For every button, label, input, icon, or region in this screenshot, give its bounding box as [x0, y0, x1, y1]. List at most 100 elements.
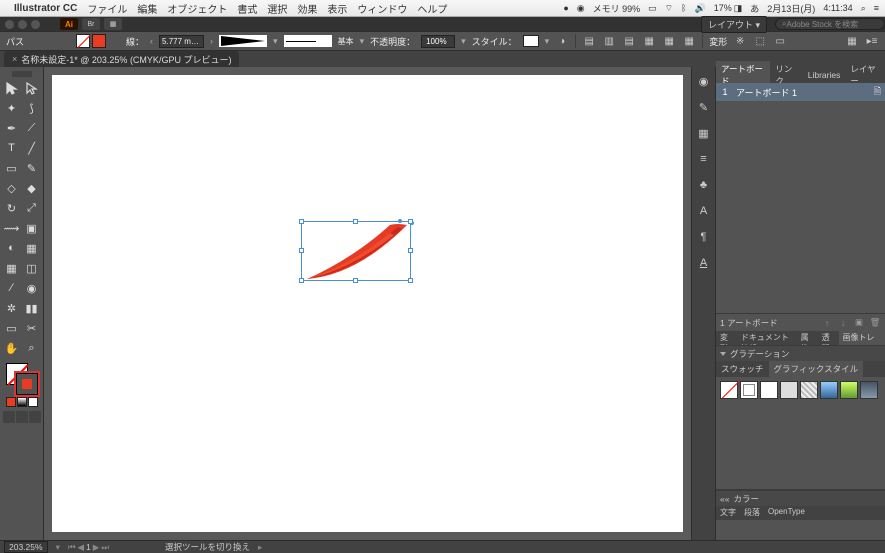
status-input-icon[interactable]: あ — [750, 2, 759, 15]
dock-sym2-icon[interactable]: ♣ — [696, 177, 712, 193]
ai-logo-icon[interactable]: Ai — [60, 18, 78, 30]
status-wifi-icon[interactable]: ⌔ — [665, 3, 673, 14]
artboard-orient-icon[interactable]: 🗎 — [874, 84, 881, 100]
close-window-button[interactable] — [5, 20, 14, 29]
artboard-new-icon[interactable]: ▣ — [853, 317, 865, 329]
menu-type[interactable]: 書式 — [237, 1, 257, 16]
recolor-icon[interactable]: ◑ — [555, 34, 569, 48]
shaper-tool[interactable]: ◇ — [3, 179, 21, 197]
tab-opentype[interactable]: OpenType — [764, 506, 809, 520]
handle-tm[interactable] — [353, 219, 358, 224]
gradient-panel-header[interactable]: グラデーション — [716, 345, 885, 361]
stroke-box[interactable] — [16, 373, 38, 395]
style-swatch-7[interactable] — [840, 381, 858, 399]
zoom-arrow[interactable]: ▾ — [56, 542, 60, 553]
stroke-width-input[interactable]: 5.777 m… — [159, 35, 204, 48]
menu-select[interactable]: 選択 — [267, 1, 287, 16]
nav-prev-icon[interactable]: ◀ — [78, 542, 85, 553]
hand-tool[interactable]: ✋ — [3, 339, 21, 357]
toolbox-grip[interactable] — [12, 71, 32, 77]
handle-bm[interactable] — [353, 278, 358, 283]
blend-tool[interactable]: ◉ — [23, 279, 41, 297]
tab-para[interactable]: 段落 — [740, 506, 764, 520]
fill-stroke-control[interactable] — [6, 363, 38, 395]
handle-br[interactable] — [408, 278, 413, 283]
style-swatch-5[interactable] — [800, 381, 818, 399]
handle-tr[interactable] — [408, 219, 413, 224]
dock-brushes-icon[interactable]: ✎ — [696, 99, 712, 115]
status-hint-arrow[interactable]: ▸ — [258, 542, 262, 553]
shapebuilder-tool[interactable]: ◐ — [3, 239, 21, 257]
panel-more-icon[interactable]: ▸≡ — [865, 34, 879, 48]
edit-sym-icon[interactable]: ▭ — [773, 34, 787, 48]
status-battery[interactable]: 17% ◨ — [714, 3, 743, 14]
status-display-icon[interactable]: ▭ — [648, 3, 657, 14]
dock-stroke-icon[interactable]: ≡ — [696, 151, 712, 167]
color-gradient-icon[interactable] — [17, 397, 27, 407]
selection-bounding-box[interactable] — [301, 221, 411, 281]
tab-transform[interactable]: 変形 — [716, 331, 737, 345]
handle-bl[interactable] — [299, 278, 304, 283]
color-panel-header[interactable]: ««カラー — [716, 490, 885, 506]
align-right-icon[interactable]: ▤ — [622, 34, 636, 48]
handle-tl[interactable] — [299, 219, 304, 224]
bridge-icon[interactable]: Br — [82, 18, 100, 30]
stroke-swatch[interactable] — [92, 34, 106, 48]
menu-help[interactable]: ヘルプ — [417, 1, 447, 16]
status-mem[interactable]: メモリ 99% — [593, 2, 641, 15]
artboard-up-icon[interactable]: ↑ — [821, 317, 833, 329]
tab-image-trace[interactable]: 画像トレース — [839, 331, 885, 345]
selection-tool[interactable] — [3, 79, 21, 97]
free-transform-tool[interactable]: ▣ — [23, 219, 41, 237]
menu-file[interactable]: ファイル — [87, 1, 127, 16]
spotlight-icon[interactable]: ⌕ — [861, 3, 866, 14]
close-tab-icon[interactable]: × — [12, 54, 17, 64]
dock-symbols-icon[interactable]: ▦ — [696, 125, 712, 141]
zoom-level-input[interactable]: 203.25% — [4, 541, 48, 553]
tab-docinfo[interactable]: ドキュメント情報 — [737, 331, 797, 345]
artboard-down-icon[interactable]: ↓ — [837, 317, 849, 329]
dock-para-icon[interactable]: ¶ — [696, 229, 712, 245]
handle-ml[interactable] — [299, 248, 304, 253]
align-vcenter-icon[interactable]: ▦ — [662, 34, 676, 48]
stock-search-input[interactable]: ⌕ Adobe Stock を検索 — [775, 18, 885, 30]
menu-view[interactable]: 表示 — [327, 1, 347, 16]
curvature-tool[interactable]: ⟋ — [23, 119, 41, 137]
opacity-input[interactable]: 100% — [421, 35, 455, 48]
menu-window[interactable]: ウィンドウ — [357, 1, 407, 16]
status-date[interactable]: 2月13日(月) — [767, 2, 815, 15]
status-time[interactable]: 4:11:34 — [823, 3, 852, 13]
artboard-canvas[interactable] — [52, 75, 683, 532]
tab-transparency[interactable]: 透明 — [818, 331, 839, 345]
align-left-icon[interactable]: ▤ — [582, 34, 596, 48]
draw-inside-icon[interactable] — [29, 411, 41, 423]
lasso-tool[interactable]: ⟆ — [23, 99, 41, 117]
draw-behind-icon[interactable] — [16, 411, 28, 423]
brush-def-dropdown[interactable] — [284, 35, 332, 47]
zoom-window-button[interactable] — [31, 20, 40, 29]
width-tool[interactable]: ⟿ — [3, 219, 21, 237]
perspective-tool[interactable]: ▦ — [23, 239, 41, 257]
eraser-tool[interactable]: ◆ — [23, 179, 41, 197]
stock-icon[interactable]: ▦ — [104, 18, 122, 30]
workspace-switcher[interactable]: レイアウト ▾ — [701, 16, 767, 33]
align-hcenter-icon[interactable]: ▥ — [602, 34, 616, 48]
slice-tool[interactable]: ✂ — [23, 319, 41, 337]
gradient-tool[interactable]: ◫ — [23, 259, 41, 277]
style-swatch-3[interactable] — [760, 381, 778, 399]
dock-glyph-icon[interactable]: A — [696, 255, 712, 271]
direct-select-tool[interactable] — [23, 79, 41, 97]
transform-label[interactable]: 変形 — [709, 35, 727, 48]
nav-first-icon[interactable]: ⏮ — [68, 542, 76, 553]
width-profile-arrow[interactable]: ▾ — [273, 36, 278, 47]
dock-char-icon[interactable]: A — [696, 203, 712, 219]
rotate-tool[interactable]: ↻ — [3, 199, 21, 217]
style-swatch[interactable] — [523, 35, 539, 47]
scale-tool[interactable]: ⤢ — [23, 199, 41, 217]
style-swatch-6[interactable] — [820, 381, 838, 399]
artboard-row[interactable]: 1 アートボード 1 🗎 — [716, 83, 885, 101]
tab-attrs[interactable]: 属性 — [797, 331, 818, 345]
notification-icon[interactable]: ≡ — [874, 3, 879, 13]
style-swatch-8[interactable] — [860, 381, 878, 399]
rect-tool[interactable]: ▭ — [3, 159, 21, 177]
